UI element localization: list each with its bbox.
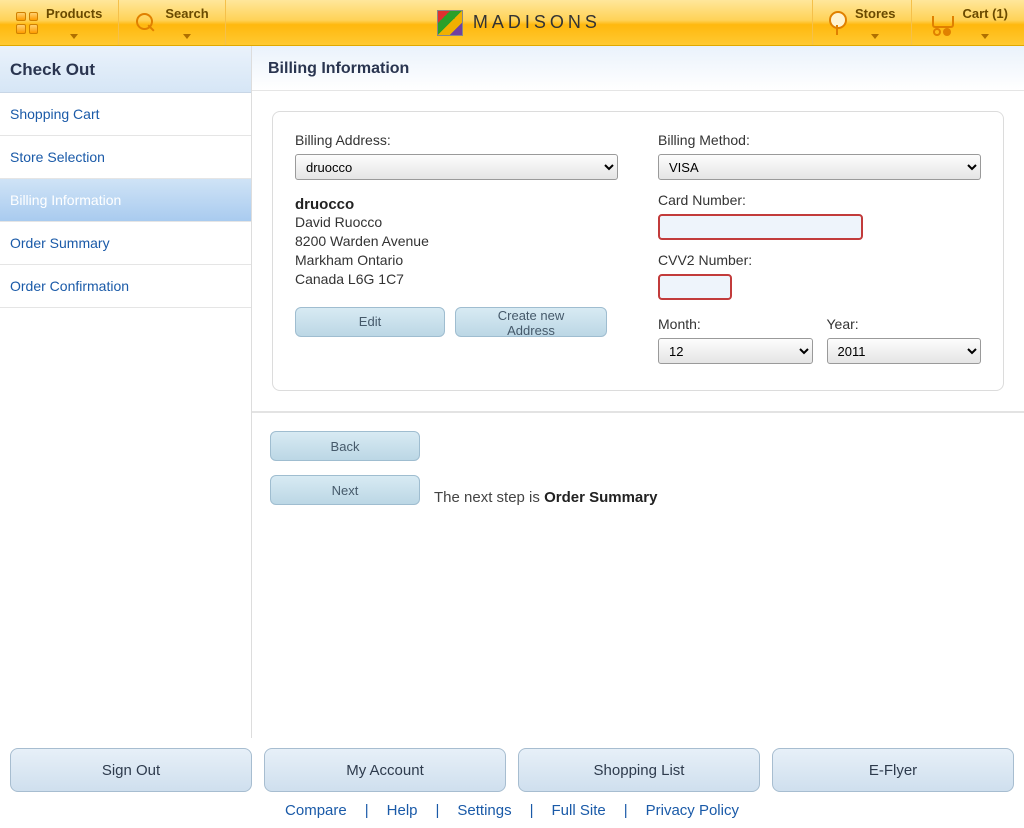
next-step-strong: Order Summary bbox=[544, 489, 657, 506]
nav-stores[interactable]: Stores bbox=[812, 0, 911, 45]
billing-method-select[interactable]: VISA bbox=[658, 154, 981, 180]
content-area: Billing Information Billing Address: dru… bbox=[252, 46, 1024, 738]
chevron-down-icon bbox=[70, 34, 78, 39]
cart-icon bbox=[928, 12, 954, 34]
content-header: Billing Information bbox=[252, 46, 1024, 91]
pin-icon bbox=[829, 11, 847, 35]
nav-products-label: Products bbox=[46, 7, 102, 20]
edit-address-button[interactable]: Edit bbox=[295, 307, 445, 337]
month-label: Month: bbox=[658, 316, 813, 332]
checkout-sidebar: Check Out Shopping Cart Store Selection … bbox=[0, 46, 252, 738]
chevron-down-icon bbox=[183, 34, 191, 39]
logo-icon bbox=[437, 10, 463, 36]
footer-myaccount[interactable]: My Account bbox=[264, 748, 506, 792]
nav-stores-label: Stores bbox=[855, 7, 895, 20]
sidebar-item-cart[interactable]: Shopping Cart bbox=[0, 93, 251, 136]
sidebar-title: Check Out bbox=[0, 46, 251, 93]
nav-cart[interactable]: Cart (1) bbox=[911, 0, 1024, 45]
next-step-prefix: The next step is bbox=[434, 489, 544, 506]
nav-logo-area: MADISONS bbox=[226, 0, 812, 45]
sidebar-item-confirmation[interactable]: Order Confirmation bbox=[0, 265, 251, 308]
link-sep: | bbox=[365, 802, 369, 819]
address-fullname: David Ruocco bbox=[295, 213, 618, 232]
address-street: 8200 Warden Avenue bbox=[295, 232, 618, 251]
link-compare[interactable]: Compare bbox=[285, 802, 347, 819]
link-sep: | bbox=[530, 802, 534, 819]
brand-name: MADISONS bbox=[473, 12, 601, 33]
next-step-text: The next step is Order Summary bbox=[434, 489, 657, 506]
footer-links: Compare | Help | Settings | Full Site | … bbox=[0, 802, 1024, 819]
link-privacy[interactable]: Privacy Policy bbox=[646, 802, 739, 819]
divider bbox=[252, 411, 1024, 413]
chevron-down-icon bbox=[981, 34, 989, 39]
billing-panel: Billing Address: druocco druocco David R… bbox=[272, 111, 1004, 391]
nav-search-label: Search bbox=[165, 7, 208, 20]
nav-products[interactable]: Products bbox=[0, 0, 119, 45]
billing-method-col: Billing Method: VISA Card Number: CVV2 N… bbox=[658, 128, 981, 364]
year-label: Year: bbox=[827, 316, 982, 332]
next-button[interactable]: Next bbox=[270, 475, 420, 505]
cvv-input[interactable] bbox=[658, 274, 732, 300]
nav-buttons: Back Next The next step is Order Summary bbox=[270, 431, 1006, 519]
card-number-label: Card Number: bbox=[658, 192, 981, 208]
search-icon bbox=[135, 12, 157, 34]
billing-address-select[interactable]: druocco bbox=[295, 154, 618, 180]
footer-shoppinglist[interactable]: Shopping List bbox=[518, 748, 760, 792]
sidebar-item-summary[interactable]: Order Summary bbox=[0, 222, 251, 265]
link-sep: | bbox=[436, 802, 440, 819]
footer: Sign Out My Account Shopping List E-Flye… bbox=[0, 738, 1024, 828]
footer-eflyer[interactable]: E-Flyer bbox=[772, 748, 1014, 792]
sidebar-item-billing[interactable]: Billing Information bbox=[0, 179, 251, 222]
create-address-button[interactable]: Create new Address bbox=[455, 307, 607, 337]
address-city: Markham Ontario bbox=[295, 251, 618, 270]
year-select[interactable]: 2011 bbox=[827, 338, 982, 364]
address-nickname: druocco bbox=[295, 196, 618, 213]
link-sep: | bbox=[624, 802, 628, 819]
footer-signout[interactable]: Sign Out bbox=[10, 748, 252, 792]
billing-method-label: Billing Method: bbox=[658, 132, 981, 148]
back-button[interactable]: Back bbox=[270, 431, 420, 461]
cvv-label: CVV2 Number: bbox=[658, 252, 981, 268]
billing-address-label: Billing Address: bbox=[295, 132, 618, 148]
link-settings[interactable]: Settings bbox=[457, 802, 511, 819]
products-icon bbox=[16, 12, 38, 34]
nav-cart-label: Cart (1) bbox=[962, 7, 1008, 20]
billing-address-col: Billing Address: druocco druocco David R… bbox=[295, 128, 618, 364]
link-help[interactable]: Help bbox=[387, 802, 418, 819]
chevron-down-icon bbox=[871, 34, 879, 39]
address-country: Canada L6G 1C7 bbox=[295, 270, 618, 289]
nav-search[interactable]: Search bbox=[119, 0, 225, 45]
card-number-input[interactable] bbox=[658, 214, 863, 240]
sidebar-item-store[interactable]: Store Selection bbox=[0, 136, 251, 179]
top-nav: Products Search MADISONS Stores Cart (1) bbox=[0, 0, 1024, 46]
link-fullsite[interactable]: Full Site bbox=[552, 802, 606, 819]
brand-logo[interactable]: MADISONS bbox=[437, 10, 601, 36]
month-select[interactable]: 12 bbox=[658, 338, 813, 364]
